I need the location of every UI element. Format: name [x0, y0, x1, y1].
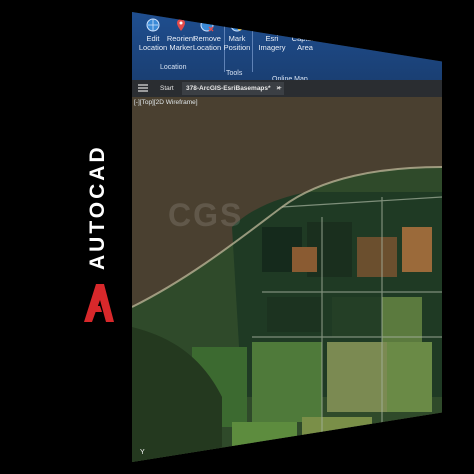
- tab-active-label: 378-ArcGIS-EsriBasemaps*: [186, 85, 271, 92]
- file-tab-bar: Start 378-ArcGIS-EsriBasemaps* × +: [132, 80, 442, 97]
- capture-area-button[interactable]: Capture Area: [288, 18, 322, 52]
- esri-imagery-button[interactable]: Esri Imagery: [252, 18, 292, 52]
- group-tools-label: Tools: [226, 70, 243, 77]
- group-location-label: Location: [160, 64, 187, 71]
- remove-location-label: Remove Location: [192, 34, 222, 52]
- drawing-viewport[interactable]: [-][Top][2D Wireframe] CGS Y: [132, 97, 442, 462]
- globe-remove-icon: [200, 18, 214, 32]
- app-window: Edit Location Reorient Marker Remove Loc…: [132, 12, 442, 462]
- add-tab-button[interactable]: +: [274, 82, 286, 95]
- globe-mark-icon: [230, 18, 244, 32]
- brand-name: AUTOCAD: [86, 144, 109, 270]
- map-marker-icon: [177, 19, 185, 31]
- tab-start[interactable]: Start: [156, 82, 178, 95]
- ucs-y-axis-label: Y: [140, 449, 145, 456]
- mark-position-button[interactable]: Mark Position: [220, 18, 254, 52]
- remove-location-button[interactable]: Remove Location: [190, 18, 224, 52]
- hamburger-menu-icon[interactable]: [138, 84, 148, 92]
- capture-icon: [299, 19, 311, 31]
- tab-active-drawing[interactable]: 378-ArcGIS-EsriBasemaps* ×: [182, 82, 285, 95]
- imagery-icon: [265, 18, 279, 32]
- esri-imagery-label: Esri Imagery: [258, 34, 286, 52]
- ribbon: Edit Location Reorient Marker Remove Loc…: [132, 12, 442, 83]
- capture-area-label: Capture Area: [291, 34, 319, 52]
- watermark-text: CGS: [168, 197, 244, 233]
- satellite-map-image: [132, 97, 442, 462]
- autocad-logo-icon: [84, 284, 114, 322]
- globe-icon: [146, 18, 160, 32]
- mark-position-label: Mark Position: [223, 34, 251, 52]
- viewport-controls-label[interactable]: [-][Top][2D Wireframe]: [134, 99, 198, 106]
- edit-location-label: Edit Location: [138, 34, 168, 52]
